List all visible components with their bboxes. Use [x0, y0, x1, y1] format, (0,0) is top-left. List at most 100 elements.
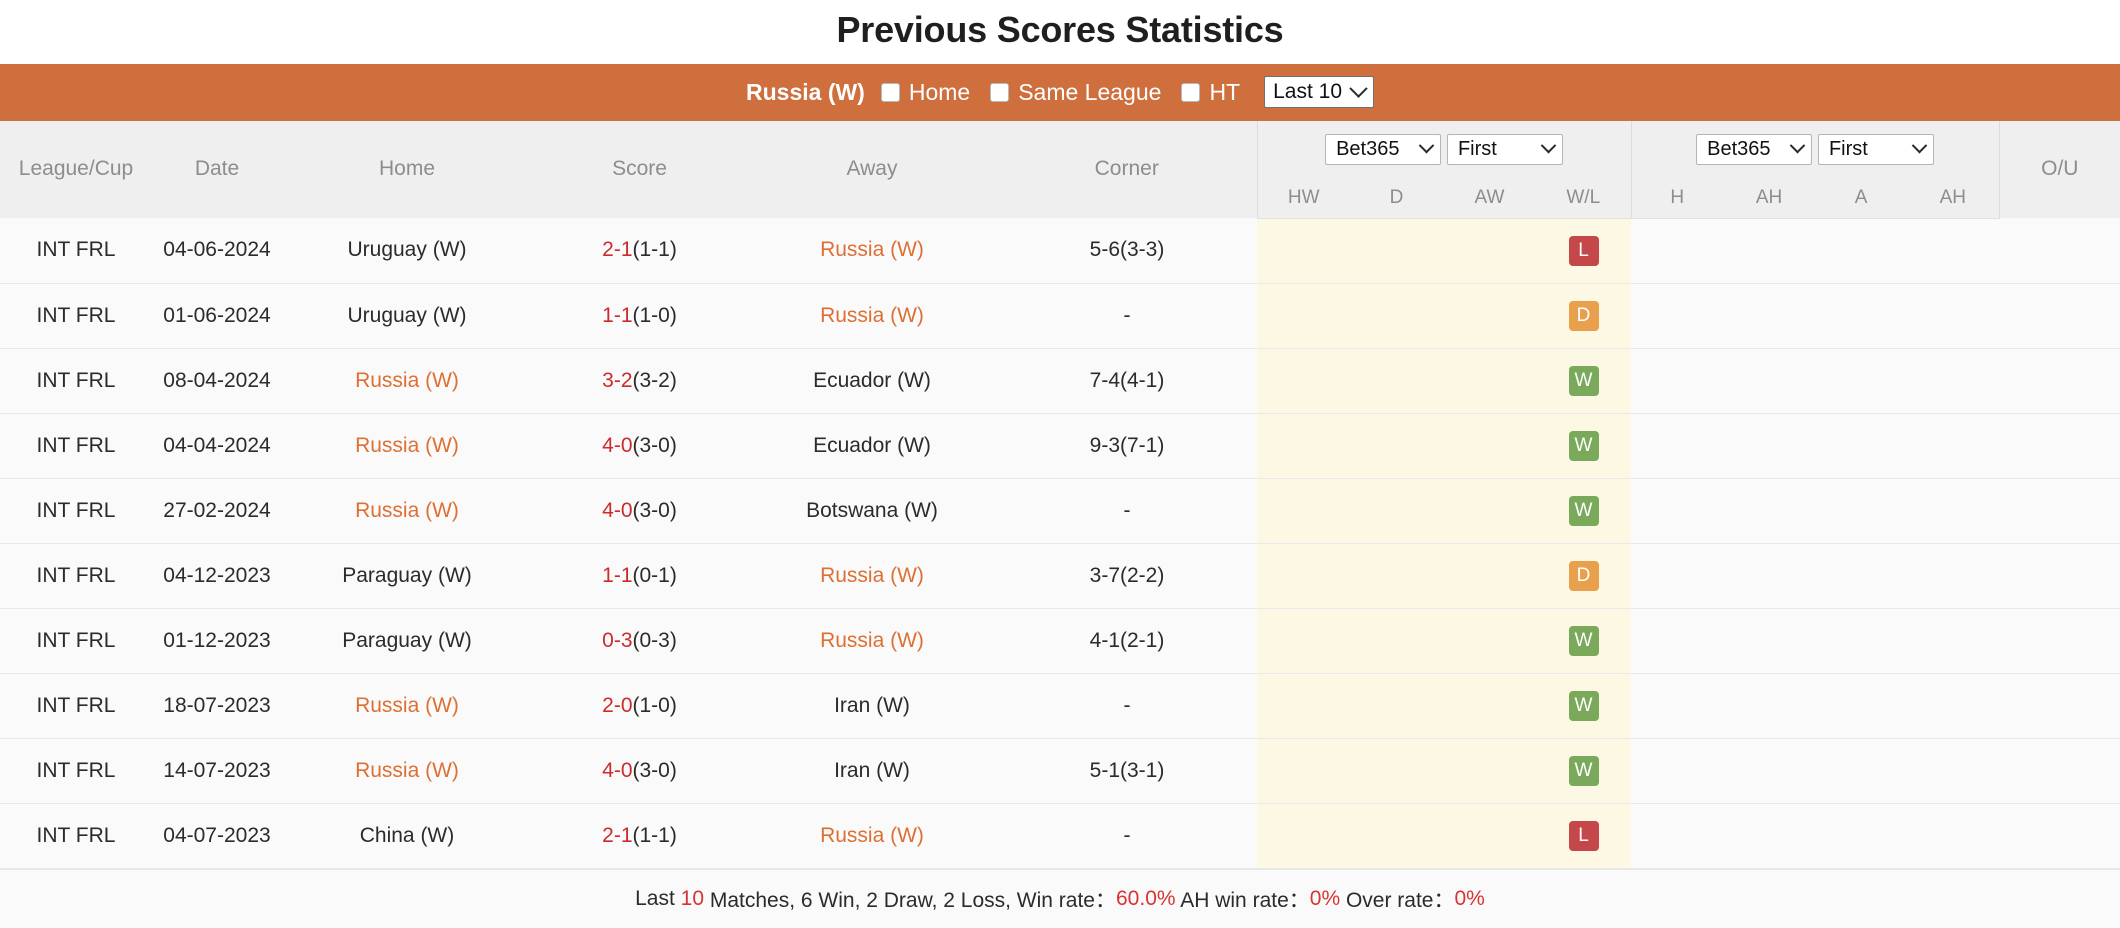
cell-wl: W	[1536, 608, 1632, 674]
cell-ah-2	[1907, 283, 1999, 348]
cell-home: Russia (W)	[282, 413, 532, 478]
col-header-home[interactable]: Home	[282, 120, 532, 219]
table-row[interactable]: INT FRL 04-04-2024 Russia (W) 4-0(3-0) Ecuad…	[0, 413, 2120, 479]
col-header-d[interactable]: D	[1350, 177, 1443, 219]
table-row[interactable]: INT FRL 01-06-2024 Uruguay (W) 1-1(1-0) Russ…	[0, 283, 2120, 349]
cell-ah-1	[1723, 673, 1815, 738]
table-header-row-primary: League/Cup Date Home Score Away Corner B…	[0, 120, 2120, 219]
table-body: INT FRL 04-06-2024 Uruguay (W) 2-1(1-1) Russ…	[0, 218, 2120, 869]
away-team-label[interactable]: Russia (W)	[820, 824, 924, 847]
phase-select-2[interactable]: First	[1817, 133, 1934, 165]
home-team-label[interactable]: Uruguay (W)	[347, 238, 466, 261]
table-row[interactable]: INT FRL 04-07-2023 China (W) 2-1(1-1) Russia…	[0, 803, 2120, 869]
cell-d	[1350, 738, 1443, 804]
table-row[interactable]: INT FRL 14-07-2023 Russia (W) 4-0(3-0) Iran …	[0, 738, 2120, 804]
cell-ah-1	[1723, 283, 1815, 348]
col-header-away[interactable]: Away	[747, 120, 997, 219]
col-header-h[interactable]: H	[1631, 177, 1724, 219]
table-row[interactable]: INT FRL 01-12-2023 Paraguay (W) 0-3(0-3) Rus…	[0, 608, 2120, 674]
cell-hw	[1257, 283, 1350, 349]
home-team-label[interactable]: China (W)	[360, 824, 455, 847]
cell-h	[1631, 673, 1723, 738]
col-header-corner[interactable]: Corner	[997, 120, 1258, 219]
checkbox-ht[interactable]: HT	[1181, 79, 1240, 106]
away-team-label[interactable]: Ecuador (W)	[813, 434, 931, 457]
table-row[interactable]: INT FRL 18-07-2023 Russia (W) 2-0(1-0) Iran …	[0, 673, 2120, 739]
away-team-label[interactable]: Russia (W)	[820, 564, 924, 587]
col-header-league[interactable]: League/Cup	[0, 120, 152, 219]
home-team-label[interactable]: Uruguay (W)	[347, 304, 466, 327]
home-team-label[interactable]: Russia (W)	[355, 434, 459, 457]
checkbox-ht-label: HT	[1209, 78, 1241, 105]
table-row[interactable]: INT FRL 08-04-2024 Russia (W) 3-2(3-2) Ecuad…	[0, 348, 2120, 414]
col-header-wl[interactable]: W/L	[1536, 177, 1632, 219]
home-team-label[interactable]: Paraguay (W)	[342, 564, 472, 587]
score-halftime: (0-3)	[632, 628, 677, 652]
corner-label: 3-7(2-2)	[1089, 563, 1165, 587]
home-team-label[interactable]: Russia (W)	[355, 694, 459, 717]
bookmaker-select-1-value: Bet365	[1336, 137, 1400, 160]
col-header-ou[interactable]: O/U	[1999, 120, 2120, 219]
table-row[interactable]: INT FRL 04-06-2024 Uruguay (W) 2-1(1-1) Russ…	[0, 218, 2120, 284]
cell-league: INT FRL	[0, 348, 152, 413]
away-team-label[interactable]: Botswana (W)	[806, 499, 938, 522]
range-select[interactable]: Last 10	[1264, 76, 1374, 109]
col-header-date[interactable]: Date	[152, 120, 282, 219]
col-header-score[interactable]: Score	[532, 120, 747, 219]
cell-aw	[1443, 803, 1536, 869]
cell-date: 04-04-2024	[152, 413, 282, 478]
table-row[interactable]: INT FRL 27-02-2024 Russia (W) 4-0(3-0) Botsw…	[0, 478, 2120, 544]
cell-d	[1350, 478, 1443, 544]
table-head: League/Cup Date Home Score Away Corner B…	[0, 120, 2120, 219]
col-header-ah-2[interactable]: AH	[1907, 177, 2000, 219]
away-team-label[interactable]: Russia (W)	[820, 238, 924, 261]
cell-a	[1815, 803, 1907, 868]
bookmaker-select-1[interactable]: Bet365	[1325, 133, 1442, 165]
cell-home: Uruguay (W)	[282, 283, 532, 348]
cell-home: Uruguay (W)	[282, 218, 532, 283]
cell-corner: -	[997, 283, 1257, 348]
checkbox-home-box[interactable]	[880, 82, 900, 102]
cell-score: 3-2(3-2)	[532, 348, 747, 413]
home-team-label[interactable]: Russia (W)	[355, 759, 459, 782]
col-header-aw[interactable]: AW	[1443, 177, 1536, 219]
score-halftime: (3-0)	[632, 758, 677, 782]
cell-d	[1350, 218, 1443, 284]
cell-aw	[1443, 218, 1536, 284]
col-header-a[interactable]: A	[1815, 177, 1908, 219]
cell-h	[1631, 283, 1723, 348]
away-team-label[interactable]: Russia (W)	[820, 629, 924, 652]
cell-ou	[1999, 803, 2120, 868]
col-header-ah-1[interactable]: AH	[1723, 177, 1816, 219]
league-label: INT FRL	[36, 368, 116, 392]
cell-league: INT FRL	[0, 413, 152, 478]
home-team-label[interactable]: Russia (W)	[355, 369, 459, 392]
cell-a	[1815, 218, 1907, 283]
checkbox-ht-box[interactable]	[1181, 82, 1201, 102]
cell-h	[1631, 608, 1723, 673]
col-header-hw[interactable]: HW	[1257, 177, 1350, 219]
phase-select-1[interactable]: First	[1446, 133, 1563, 165]
date-label: 04-07-2023	[163, 823, 271, 847]
home-team-label[interactable]: Paraguay (W)	[342, 629, 472, 652]
cell-league: INT FRL	[0, 218, 152, 283]
score-halftime: (1-0)	[632, 303, 677, 327]
checkbox-same-league-box[interactable]	[990, 82, 1010, 102]
checkbox-home[interactable]: Home	[880, 79, 970, 106]
home-team-label[interactable]: Russia (W)	[355, 499, 459, 522]
away-team-label[interactable]: Ecuador (W)	[813, 369, 931, 392]
bookmaker-select-2[interactable]: Bet365	[1696, 133, 1813, 165]
table-row[interactable]: INT FRL 04-12-2023 Paraguay (W) 1-1(0-1) Rus…	[0, 543, 2120, 609]
summary-prefix: Last	[635, 886, 681, 910]
corner-label: 4-1(2-1)	[1089, 628, 1165, 652]
checkbox-same-league[interactable]: Same League	[990, 79, 1161, 106]
cell-ah-1	[1723, 348, 1815, 413]
away-team-label[interactable]: Russia (W)	[820, 304, 924, 327]
cell-ah-1	[1723, 478, 1815, 543]
cell-wl: W	[1536, 478, 1632, 544]
away-team-label[interactable]: Iran (W)	[834, 694, 910, 717]
summary-ah-rate: 0%	[1309, 886, 1341, 910]
league-label: INT FRL	[36, 498, 116, 522]
away-team-label[interactable]: Iran (W)	[834, 759, 910, 782]
summary-bar: Last 10 Matches, 6 Win, 2 Draw, 2 Loss, …	[0, 868, 2120, 928]
